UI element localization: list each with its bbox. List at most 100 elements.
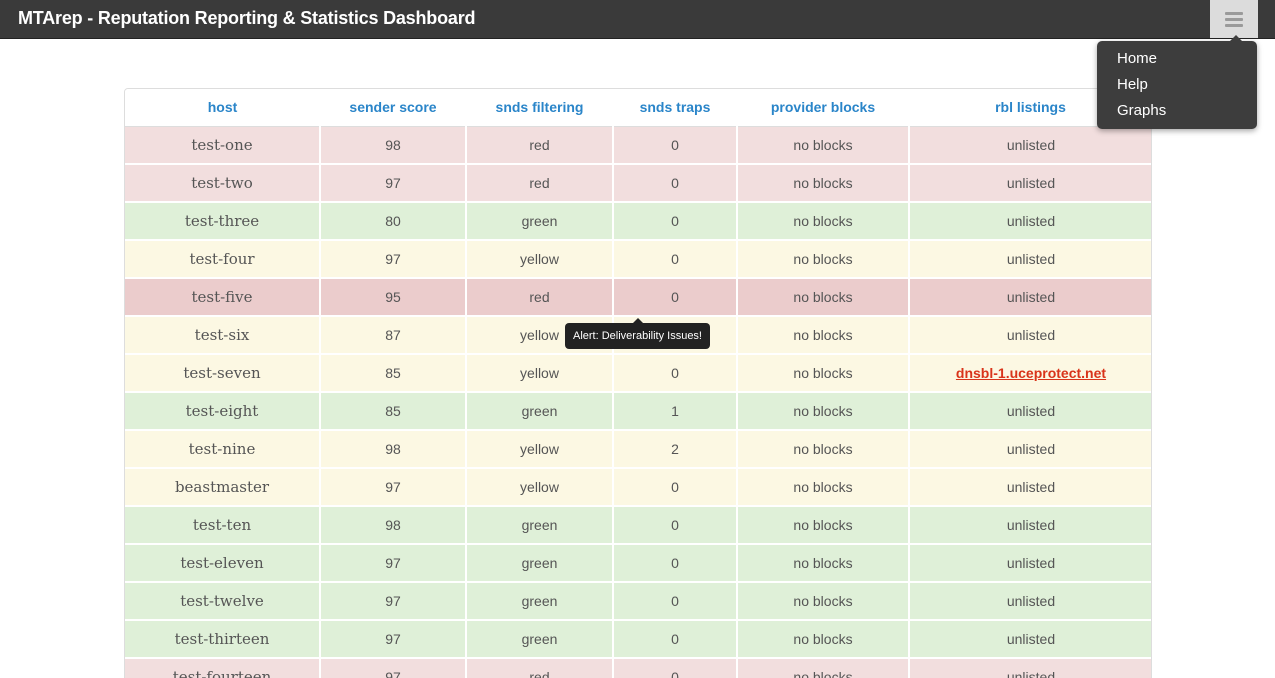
table-row: test-three 80 green 0 no blocks unlisted: [125, 202, 1151, 241]
cell-snds-traps: 0: [612, 240, 737, 279]
cell-snds-filtering: green: [465, 506, 613, 545]
hamburger-icon-bar: [1225, 17, 1243, 21]
cell-snds-filtering: red: [465, 278, 613, 317]
cell-host: test-nine: [125, 430, 320, 469]
cell-host: beastmaster: [125, 468, 320, 507]
cell-rbl-listings: unlisted: [908, 620, 1151, 659]
cell-snds-filtering: yellow: [465, 354, 613, 393]
table-row: test-ten 98 green 0 no blocks unlisted: [125, 506, 1151, 545]
cell-snds-traps: 0: [612, 506, 737, 545]
table-row: test-seven 85 yellow 0 no blocks dnsbl-1.ucep…: [125, 354, 1151, 393]
cell-sender-score: 95: [319, 278, 466, 317]
cell-host: test-four: [125, 240, 320, 279]
cell-sender-score: 85: [319, 354, 466, 393]
cell-rbl-listings: dnsbl-1.uceprotect.net: [908, 354, 1151, 393]
cell-snds-filtering: red: [465, 658, 613, 678]
cell-sender-score: 97: [319, 240, 466, 279]
column-header-host[interactable]: host: [125, 89, 320, 127]
cell-host: test-eleven: [125, 544, 320, 583]
cell-snds-traps: 0: [612, 582, 737, 621]
cell-sender-score: 80: [319, 202, 466, 241]
table-row: test-one 98 red 0 no blocks unlisted: [125, 126, 1151, 165]
column-header-snds-filtering[interactable]: snds filtering: [466, 89, 613, 127]
cell-host: test-ten: [125, 506, 320, 545]
cell-sender-score: 97: [319, 582, 466, 621]
table-row: test-nine 98 yellow 2 no blocks unlisted: [125, 430, 1151, 469]
table-row: test-thirteen 97 green 0 no blocks unlisted: [125, 620, 1151, 659]
cell-snds-filtering: green: [465, 544, 613, 583]
cell-sender-score: 85: [319, 392, 466, 431]
cell-snds-filtering: yellow: [465, 468, 613, 507]
cell-provider-blocks: no blocks: [736, 126, 909, 165]
cell-provider-blocks: no blocks: [736, 164, 909, 203]
cell-rbl-listings: unlisted: [908, 582, 1151, 621]
cell-provider-blocks: no blocks: [736, 430, 909, 469]
table-body: test-one 98 red 0 no blocks unlisted test-two 9…: [125, 126, 1151, 678]
cell-rbl-listings: unlisted: [908, 392, 1151, 431]
cell-snds-traps: 2: [612, 430, 737, 469]
table-row: test-eleven 97 green 0 no blocks unlisted: [125, 544, 1151, 583]
cell-host: test-seven: [125, 354, 320, 393]
cell-rbl-listings: unlisted: [908, 240, 1151, 279]
app-title[interactable]: MTArep - Reputation Reporting & Statisti…: [18, 8, 475, 29]
cell-snds-traps: 0: [612, 278, 737, 317]
cell-snds-traps: 0: [612, 658, 737, 678]
column-header-provider-blocks[interactable]: provider blocks: [737, 89, 909, 127]
cell-snds-filtering: green: [465, 392, 613, 431]
menu-toggle-button[interactable]: [1210, 0, 1258, 38]
cell-snds-traps: 0: [612, 468, 737, 507]
cell-snds-traps: 0: [612, 202, 737, 241]
cell-host: test-eight: [125, 392, 320, 431]
table-header-row: host sender score snds filtering snds tr…: [125, 89, 1151, 127]
menu-item-home[interactable]: Home: [1097, 49, 1257, 75]
cell-snds-filtering: green: [465, 202, 613, 241]
cell-host: test-twelve: [125, 582, 320, 621]
cell-host: test-two: [125, 164, 320, 203]
cell-host: test-six: [125, 316, 320, 355]
cell-rbl-listings: unlisted: [908, 544, 1151, 583]
cell-sender-score: 97: [319, 468, 466, 507]
table-row: test-eight 85 green 1 no blocks unlisted: [125, 392, 1151, 431]
rbl-listing-link[interactable]: dnsbl-1.uceprotect.net: [956, 365, 1106, 381]
cell-sender-score: 97: [319, 658, 466, 678]
nav-dropdown-menu: Home Help Graphs: [1097, 35, 1257, 129]
cell-provider-blocks: no blocks: [736, 240, 909, 279]
table-row: test-fourteen 97 red 0 no blocks unlisted: [125, 658, 1151, 678]
reputation-table-container: host sender score snds filtering snds tr…: [124, 88, 1152, 678]
cell-provider-blocks: no blocks: [736, 544, 909, 583]
cell-rbl-listings: unlisted: [908, 278, 1151, 317]
cell-sender-score: 98: [319, 506, 466, 545]
cell-snds-traps: 0: [612, 620, 737, 659]
cell-host: test-three: [125, 202, 320, 241]
cell-provider-blocks: no blocks: [736, 506, 909, 545]
cell-provider-blocks: no blocks: [736, 278, 909, 317]
cell-rbl-listings: unlisted: [908, 202, 1151, 241]
cell-snds-filtering: green: [465, 582, 613, 621]
cell-rbl-listings: unlisted: [908, 430, 1151, 469]
cell-sender-score: 98: [319, 430, 466, 469]
menu-item-help[interactable]: Help: [1097, 75, 1257, 101]
cell-snds-filtering: yellow: [465, 240, 613, 279]
cell-snds-filtering: red: [465, 164, 613, 203]
cell-rbl-listings: unlisted: [908, 126, 1151, 165]
cell-rbl-listings: unlisted: [908, 316, 1151, 355]
hamburger-icon-bar: [1225, 23, 1243, 27]
cell-rbl-listings: unlisted: [908, 506, 1151, 545]
cell-snds-traps: 0: [612, 354, 737, 393]
alert-tooltip: Alert: Deliverability Issues!: [565, 318, 710, 349]
top-navbar: MTArep - Reputation Reporting & Statisti…: [0, 0, 1275, 39]
column-header-snds-traps[interactable]: snds traps: [613, 89, 737, 127]
cell-snds-traps: 0: [612, 164, 737, 203]
hamburger-icon: [1225, 11, 1243, 15]
table-row: test-four 97 yellow 0 no blocks unlisted: [125, 240, 1151, 279]
cell-rbl-listings: unlisted: [908, 468, 1151, 507]
cell-host: test-thirteen: [125, 620, 320, 659]
cell-provider-blocks: no blocks: [736, 468, 909, 507]
table-row: beastmaster 97 yellow 0 no blocks unlisted: [125, 468, 1151, 507]
cell-host: test-fourteen: [125, 658, 320, 678]
cell-snds-traps: 0: [612, 544, 737, 583]
cell-sender-score: 97: [319, 164, 466, 203]
reputation-table: host sender score snds filtering snds tr…: [125, 89, 1151, 678]
column-header-sender-score[interactable]: sender score: [320, 89, 466, 127]
menu-item-graphs[interactable]: Graphs: [1097, 101, 1257, 127]
